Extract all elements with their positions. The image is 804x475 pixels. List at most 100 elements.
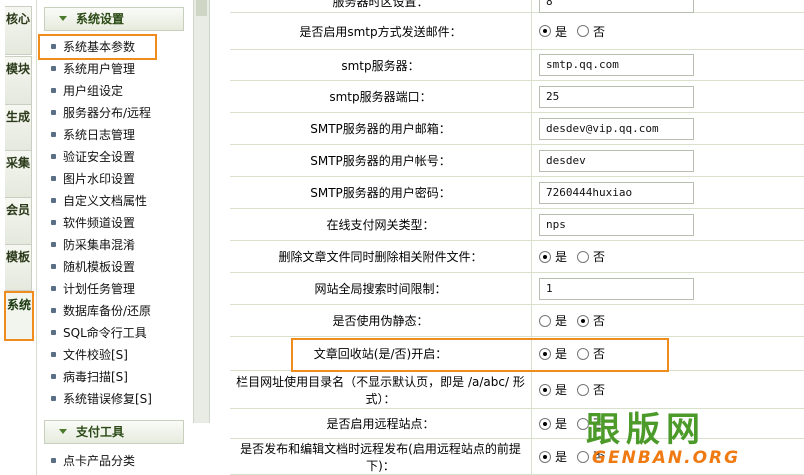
scrollbar-thumb[interactable]	[196, 0, 207, 16]
tab-collect-label: 采集	[5, 156, 30, 170]
settings-row: smtp服务器： smtp.qq.com	[230, 50, 804, 81]
radio-option-no[interactable]: 否	[577, 415, 605, 432]
menu-item[interactable]: 自定义文档属性	[49, 190, 155, 212]
menu-item[interactable]: 软件频道设置	[49, 212, 155, 234]
settings-text-input[interactable]: 25	[539, 85, 694, 108]
settings-value-cell: desdev	[533, 145, 804, 176]
settings-row: 文章回收站(是/否)开启：是否	[230, 337, 804, 371]
menu-item[interactable]: 防采集串混淆	[49, 234, 155, 256]
radio-option-yes[interactable]: 是	[539, 448, 567, 465]
radio-button-icon[interactable]	[539, 450, 551, 463]
radio-option-no[interactable]: 否	[577, 312, 605, 329]
radio-button-icon[interactable]	[577, 25, 590, 37]
radio-button-icon[interactable]	[577, 347, 590, 360]
menu-item-label: 自定义文档属性	[63, 194, 148, 208]
menu-scrollbar[interactable]	[193, 0, 210, 423]
settings-value-cell: desdev@vip.qq.com	[533, 113, 804, 144]
settings-label: 网站全局搜索时间限制：	[230, 273, 532, 304]
tab-generate[interactable]: 生成	[5, 104, 32, 152]
radio-button-icon[interactable]	[577, 450, 590, 463]
menu-item[interactable]: 用户组设定	[49, 80, 155, 102]
settings-row: 在线支付网关类型： nps	[230, 209, 804, 241]
radio-label: 否	[593, 314, 606, 328]
tab-system-label: 系统	[6, 298, 31, 312]
radio-button-icon[interactable]	[539, 417, 551, 430]
settings-row: 是否发布和编辑文档时远程发布(启用远程站点的前提下)：是否	[230, 439, 804, 475]
radio-button-icon[interactable]	[577, 383, 590, 396]
menu-item[interactable]: 系统用户管理	[49, 58, 155, 80]
settings-text-input[interactable]: nps	[539, 213, 694, 236]
settings-text-input[interactable]: desdev	[539, 149, 694, 172]
tab-template[interactable]: 模板	[5, 244, 32, 291]
settings-row: SMTP服务器的用户密码： 7260444huxiao	[230, 177, 804, 209]
tab-template-label: 模板	[5, 250, 30, 264]
menu-item[interactable]: 系统错误修复[S]	[49, 388, 155, 410]
settings-text-input[interactable]: 7260444huxiao	[539, 181, 694, 204]
radio-option-yes[interactable]: 是	[539, 381, 567, 398]
radio-label: 否	[593, 450, 606, 464]
menu-item[interactable]: 系统日志管理	[49, 124, 155, 146]
radio-option-no[interactable]: 否	[577, 381, 605, 398]
settings-value-cell: nps	[533, 209, 804, 240]
tab-collect[interactable]: 采集	[5, 150, 32, 198]
system-menu-list: 系统基本参数系统用户管理用户组设定 服务器分布/远程 系统日志管理 验证安全设置图片水…	[38, 34, 157, 410]
menu-item-label: 系统用户管理	[63, 62, 136, 76]
settings-value-cell: 7260444huxiao	[533, 177, 804, 208]
radio-option-no[interactable]: 否	[577, 23, 605, 40]
radio-button-icon[interactable]	[539, 314, 551, 327]
settings-text-input[interactable]: desdev@vip.qq.com	[539, 117, 694, 140]
radio-button-icon[interactable]	[577, 314, 590, 327]
radio-option-yes[interactable]: 是	[539, 312, 567, 329]
settings-label: 是否使用伪静态：	[230, 305, 532, 336]
menu-item[interactable]: 图片水印设置	[49, 168, 155, 190]
radio-option-yes[interactable]: 是	[539, 345, 567, 362]
tab-core[interactable]: 核心	[5, 6, 32, 55]
menu-item-label: 病毒扫描[S]	[63, 370, 128, 384]
menu-item[interactable]: 文件校验[S]	[49, 344, 155, 366]
bullet-icon	[51, 242, 56, 247]
settings-row: 网站全局搜索时间限制： 1	[230, 273, 804, 305]
radio-option-no[interactable]: 否	[577, 345, 605, 362]
radio-button-icon[interactable]	[539, 347, 551, 360]
timezone-input[interactable]: 8	[539, 0, 694, 13]
settings-label: 服务器时区设置：	[230, 0, 532, 12]
menu-item-label: 图片水印设置	[63, 172, 136, 186]
menu-item[interactable]: 随机模板设置	[49, 256, 155, 278]
settings-text-input[interactable]: 1	[539, 277, 694, 300]
menu-item[interactable]: 系统基本参数	[38, 34, 157, 60]
radio-button-icon[interactable]	[577, 250, 590, 263]
radio-button-icon[interactable]	[539, 25, 551, 37]
settings-value-cell: 25	[533, 81, 804, 112]
settings-row: 是否使用伪静态： 是 否	[230, 305, 804, 337]
radio-option-no[interactable]: 否	[577, 448, 605, 465]
tab-system[interactable]: 系统	[4, 291, 34, 341]
radio-label: 是	[555, 24, 568, 39]
radio-option-yes[interactable]: 是	[539, 248, 567, 265]
radio-option-yes[interactable]: 是	[539, 415, 567, 432]
bullet-icon	[51, 66, 56, 71]
tab-core-label: 核心	[5, 12, 30, 26]
side-menu: 系统设置 系统基本参数系统用户管理用户组设定 服务器分布/远程 系统日志管理 验证安全…	[36, 0, 192, 475]
radio-option-yes[interactable]: 是	[539, 23, 567, 40]
menu-item[interactable]: 点卡产品分类	[49, 450, 135, 472]
tab-member[interactable]: 会员	[5, 197, 32, 245]
settings-text-input[interactable]: smtp.qq.com	[539, 54, 694, 76]
menu-item[interactable]: 病毒扫描[S]	[49, 366, 155, 388]
menu-item[interactable]: 计划任务管理	[49, 278, 155, 300]
menu-item[interactable]: SQL命令行工具	[49, 322, 155, 344]
radio-button-icon[interactable]	[539, 250, 551, 263]
menu-item[interactable]: 验证安全设置	[49, 146, 155, 168]
radio-button-icon[interactable]	[577, 417, 590, 430]
menu-group-pay-tools[interactable]: 支付工具	[44, 420, 184, 444]
menu-group-system-settings[interactable]: 系统设置	[44, 7, 184, 31]
chevron-down-icon	[59, 16, 67, 21]
settings-row: SMTP服务器的用户邮箱： desdev@vip.qq.com	[230, 113, 804, 145]
menu-item[interactable]: 数据库备份/还原	[49, 300, 155, 322]
radio-option-no[interactable]: 否	[577, 248, 605, 265]
settings-label: 是否启用smtp方式发送邮件：	[230, 13, 532, 49]
menu-item[interactable]: 服务器分布/远程	[49, 102, 155, 124]
bullet-icon	[51, 110, 56, 115]
tab-module[interactable]: 模块	[5, 56, 32, 105]
radio-button-icon[interactable]	[539, 383, 551, 396]
tab-member-label: 会员	[5, 203, 30, 217]
